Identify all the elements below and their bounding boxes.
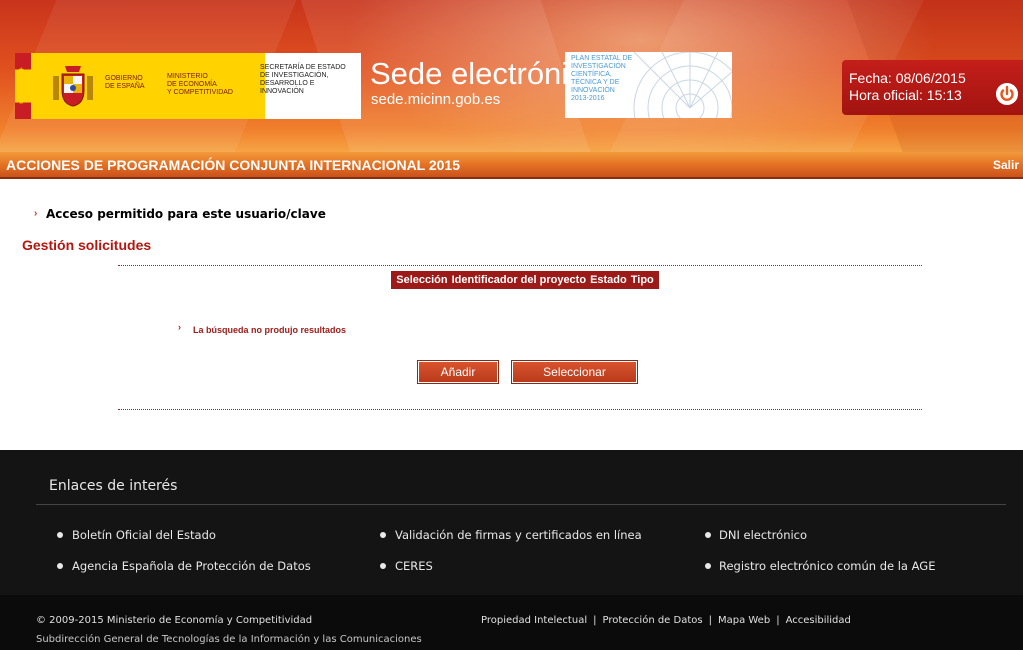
plan-line: INVESTIGACIÓN: [571, 63, 626, 70]
secretariat-line: DESARROLLO E: [260, 80, 315, 87]
plan-line: 2013-2016: [571, 95, 605, 102]
column-header-seleccion[interactable]: Selección: [396, 274, 447, 286]
link-dni-electronico[interactable]: DNI electrónico: [719, 528, 807, 542]
secretariat-line: INNOVACIÓN: [260, 88, 304, 95]
site-header: ★ ★ ★ GOBIERNO DE ESPAÑA MINISTERIO DE E…: [0, 0, 1023, 152]
plan-line: PLAN ESTATAL DE: [571, 55, 633, 62]
select-button-label[interactable]: Seleccionar: [513, 362, 636, 382]
site-footer: Enlaces de interés Boletín Oficial del E…: [0, 450, 1023, 650]
separator: |: [593, 615, 597, 626]
column-header-identificador[interactable]: Identificador del proyecto: [452, 274, 586, 286]
government-logo-block[interactable]: ★ ★ ★ GOBIERNO DE ESPAÑA MINISTERIO DE E…: [15, 53, 361, 119]
link-validacion-firmas[interactable]: Validación de firmas y certificados en l…: [395, 528, 642, 542]
secretariat-label: SECRETARÍA DE ESTADO DE INVESTIGACIÓN, D…: [260, 64, 346, 96]
bullet-icon: [57, 532, 63, 538]
column-header-estado[interactable]: Estado: [590, 274, 627, 286]
ministry-line: MINISTERIO: [167, 73, 208, 80]
program-title-bar: ACCIONES DE PROGRAMACIÓN CONJUNTA INTERN…: [0, 152, 1023, 179]
section-title: Gestión solicitudes: [22, 237, 152, 253]
link-registro-electronico[interactable]: Registro electrónico común de la AGE: [719, 559, 935, 573]
divider: [118, 265, 922, 266]
secretariat-line: DE INVESTIGACIÓN,: [260, 72, 329, 79]
subdirectorate: Subdirección General de Tecnologías de l…: [36, 634, 422, 645]
link-ceres[interactable]: CERES: [395, 559, 433, 573]
link-propiedad-intelectual[interactable]: Propiedad Intelectual: [481, 615, 587, 626]
link-accesibilidad[interactable]: Accesibilidad: [786, 615, 851, 626]
official-time-label: Hora oficial: 15:13: [849, 87, 962, 103]
date-label: Fecha: 08/06/2015: [849, 70, 966, 86]
official-time-box: Fecha: 08/06/2015 Hora oficial: 15:13: [842, 60, 1023, 115]
bullet-icon: [57, 563, 63, 569]
link-boe[interactable]: Boletín Oficial del Estado: [72, 528, 216, 542]
footer-divider: [36, 504, 1006, 505]
access-message: Acceso permitido para este usuario/clave: [46, 207, 326, 221]
sede-url[interactable]: sede.micinn.gob.es: [371, 91, 500, 109]
spain-coat-of-arms-icon: [53, 66, 93, 107]
link-agpd[interactable]: Agencia Española de Protección de Datos: [72, 559, 311, 573]
plan-estatal-graphic: [633, 52, 732, 118]
legal-links: Propiedad Intelectual | Protección de Dato…: [481, 615, 851, 626]
program-title: ACCIONES DE PROGRAMACIÓN CONJUNTA INTERN…: [6, 157, 461, 173]
plan-line: INNOVACIÓN: [571, 87, 615, 94]
gov-spain-line: DE ESPAÑA: [105, 83, 145, 90]
bullet-icon: [705, 532, 711, 538]
divider: [118, 409, 922, 410]
arrow-bullet-icon: ›: [178, 322, 181, 332]
plan-line: TÉCNICA Y DE: [571, 79, 620, 86]
column-header-tipo[interactable]: Tipo: [631, 274, 654, 286]
footer-heading: Enlaces de interés: [49, 478, 178, 494]
copyright: © 2009-2015 Ministerio de Economía y Com…: [36, 615, 313, 626]
link-proteccion-datos[interactable]: Protección de Datos: [602, 615, 702, 626]
separator: |: [708, 615, 712, 626]
plan-estatal-logo-icon[interactable]: PLAN ESTATAL DE INVESTIGACIÓN CIENTÍFICA…: [565, 52, 732, 118]
logout-link[interactable]: Salir: [993, 158, 1019, 172]
bullet-icon: [705, 563, 711, 569]
ministry-line: Y COMPETITIVIDAD: [167, 89, 233, 96]
plan-line: CIENTÍFICA,: [571, 71, 612, 78]
bullet-icon: [380, 563, 386, 569]
link-mapa-web[interactable]: Mapa Web: [718, 615, 770, 626]
add-button[interactable]: Añadir: [417, 360, 499, 384]
secretariat-line: SECRETARÍA DE ESTADO: [260, 64, 346, 71]
eu-spain-flag-icon: ★ ★ ★: [15, 53, 31, 119]
gov-spain-line: GOBIERNO: [105, 75, 143, 82]
bullet-icon: [380, 532, 386, 538]
power-icon[interactable]: [996, 83, 1018, 105]
separator: |: [776, 615, 780, 626]
arrow-bullet-icon: ›: [34, 208, 38, 219]
ministry-line: DE ECONOMÍA: [167, 81, 217, 88]
add-button-label[interactable]: Añadir: [419, 362, 497, 382]
select-button[interactable]: Seleccionar: [511, 360, 638, 384]
no-results-message: La búsqueda no produjo resultados: [193, 325, 347, 335]
results-table-header: Selección Identificador del proyecto Est…: [391, 271, 659, 289]
